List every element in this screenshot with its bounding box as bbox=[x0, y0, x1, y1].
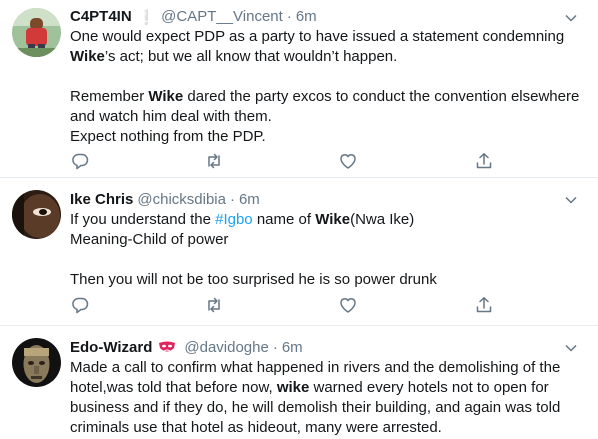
avatar[interactable] bbox=[12, 190, 61, 239]
tweet-header: Ike Chris @chicksdibia · 6m bbox=[70, 190, 260, 210]
mention-wike: Wike bbox=[70, 48, 105, 65]
timestamp[interactable]: 6m bbox=[239, 190, 260, 210]
chevron-down-icon[interactable] bbox=[564, 341, 578, 355]
tweet-actions bbox=[70, 295, 500, 315]
text-line: Expect nothing from the PDP. bbox=[70, 128, 266, 145]
timestamp[interactable]: 6m bbox=[282, 338, 303, 358]
author-handle[interactable]: @chicksdibia bbox=[137, 190, 226, 210]
retweet-icon[interactable] bbox=[204, 295, 224, 315]
separator-glyph: ❕ bbox=[137, 9, 156, 25]
text-line: If you understand the #Igbo name of Wike… bbox=[70, 211, 415, 228]
share-icon[interactable] bbox=[474, 295, 494, 315]
text-line: Meaning-Child of power bbox=[70, 231, 229, 248]
tweet-text: If you understand the #Igbo name of Wike… bbox=[70, 210, 585, 290]
author-name[interactable]: Ike Chris bbox=[70, 190, 133, 210]
share-icon[interactable] bbox=[474, 151, 494, 171]
text-line: and watch him deal with them. bbox=[70, 108, 272, 125]
chevron-down-icon[interactable] bbox=[564, 11, 578, 25]
mention-wike: wike bbox=[276, 379, 310, 396]
hashtag-link[interactable]: #Igbo bbox=[215, 211, 253, 228]
author-handle[interactable]: @CAPT__Vincent bbox=[161, 7, 283, 27]
tweet-actions bbox=[70, 151, 500, 171]
text-line: Remember Wike dared the party excos to c… bbox=[70, 88, 580, 105]
author-name[interactable]: C4PT4IN bbox=[70, 7, 132, 27]
mask-emoji-icon bbox=[158, 340, 176, 356]
author-handle[interactable]: @davidoghe bbox=[184, 338, 268, 358]
author-name[interactable]: Edo-Wizard bbox=[70, 338, 152, 358]
text-line: Made a call to confirm what happened in … bbox=[70, 359, 561, 376]
avatar[interactable] bbox=[12, 338, 61, 387]
text-line: criminals use that hotel as hideout, man… bbox=[70, 419, 442, 436]
tweet-header: Edo-Wizard @davidoghe · 6m bbox=[70, 338, 303, 358]
tweet-text: Made a call to confirm what happened in … bbox=[70, 358, 585, 438]
tweet-header: C4PT4IN ❕ @CAPT__Vincent · 6m bbox=[70, 7, 317, 27]
mention-wike: Wike bbox=[148, 88, 184, 105]
reply-icon[interactable] bbox=[70, 151, 90, 171]
dot-separator: · bbox=[229, 191, 235, 208]
retweet-icon[interactable] bbox=[204, 151, 224, 171]
text-line: business and if they do, he will demolis… bbox=[70, 399, 561, 416]
mention-wike: Wike bbox=[315, 211, 351, 228]
like-icon[interactable] bbox=[338, 151, 358, 171]
text-line: Then you will not be too surprised he is… bbox=[70, 271, 437, 288]
avatar[interactable] bbox=[12, 8, 61, 57]
chevron-down-icon[interactable] bbox=[564, 193, 578, 207]
dot-separator: · bbox=[286, 8, 292, 25]
tweet-text: One would expect PDP as a party to have … bbox=[70, 27, 585, 147]
reply-icon[interactable] bbox=[70, 295, 90, 315]
dot-separator: · bbox=[272, 339, 278, 356]
text-line: hotel,was told that before now, wike war… bbox=[70, 379, 549, 396]
like-icon[interactable] bbox=[338, 295, 358, 315]
tweet-3[interactable]: Edo-Wizard @davidoghe · 6m Made a call t… bbox=[0, 326, 598, 439]
timestamp[interactable]: 6m bbox=[296, 7, 317, 27]
text-line: Wike’s act; but we all know that wouldn’… bbox=[70, 48, 398, 65]
tweet-2[interactable]: Ike Chris @chicksdibia · 6m If you under… bbox=[0, 178, 598, 326]
tweet-1[interactable]: C4PT4IN ❕ @CAPT__Vincent · 6m One would … bbox=[0, 0, 598, 178]
text-line: One would expect PDP as a party to have … bbox=[70, 28, 565, 45]
